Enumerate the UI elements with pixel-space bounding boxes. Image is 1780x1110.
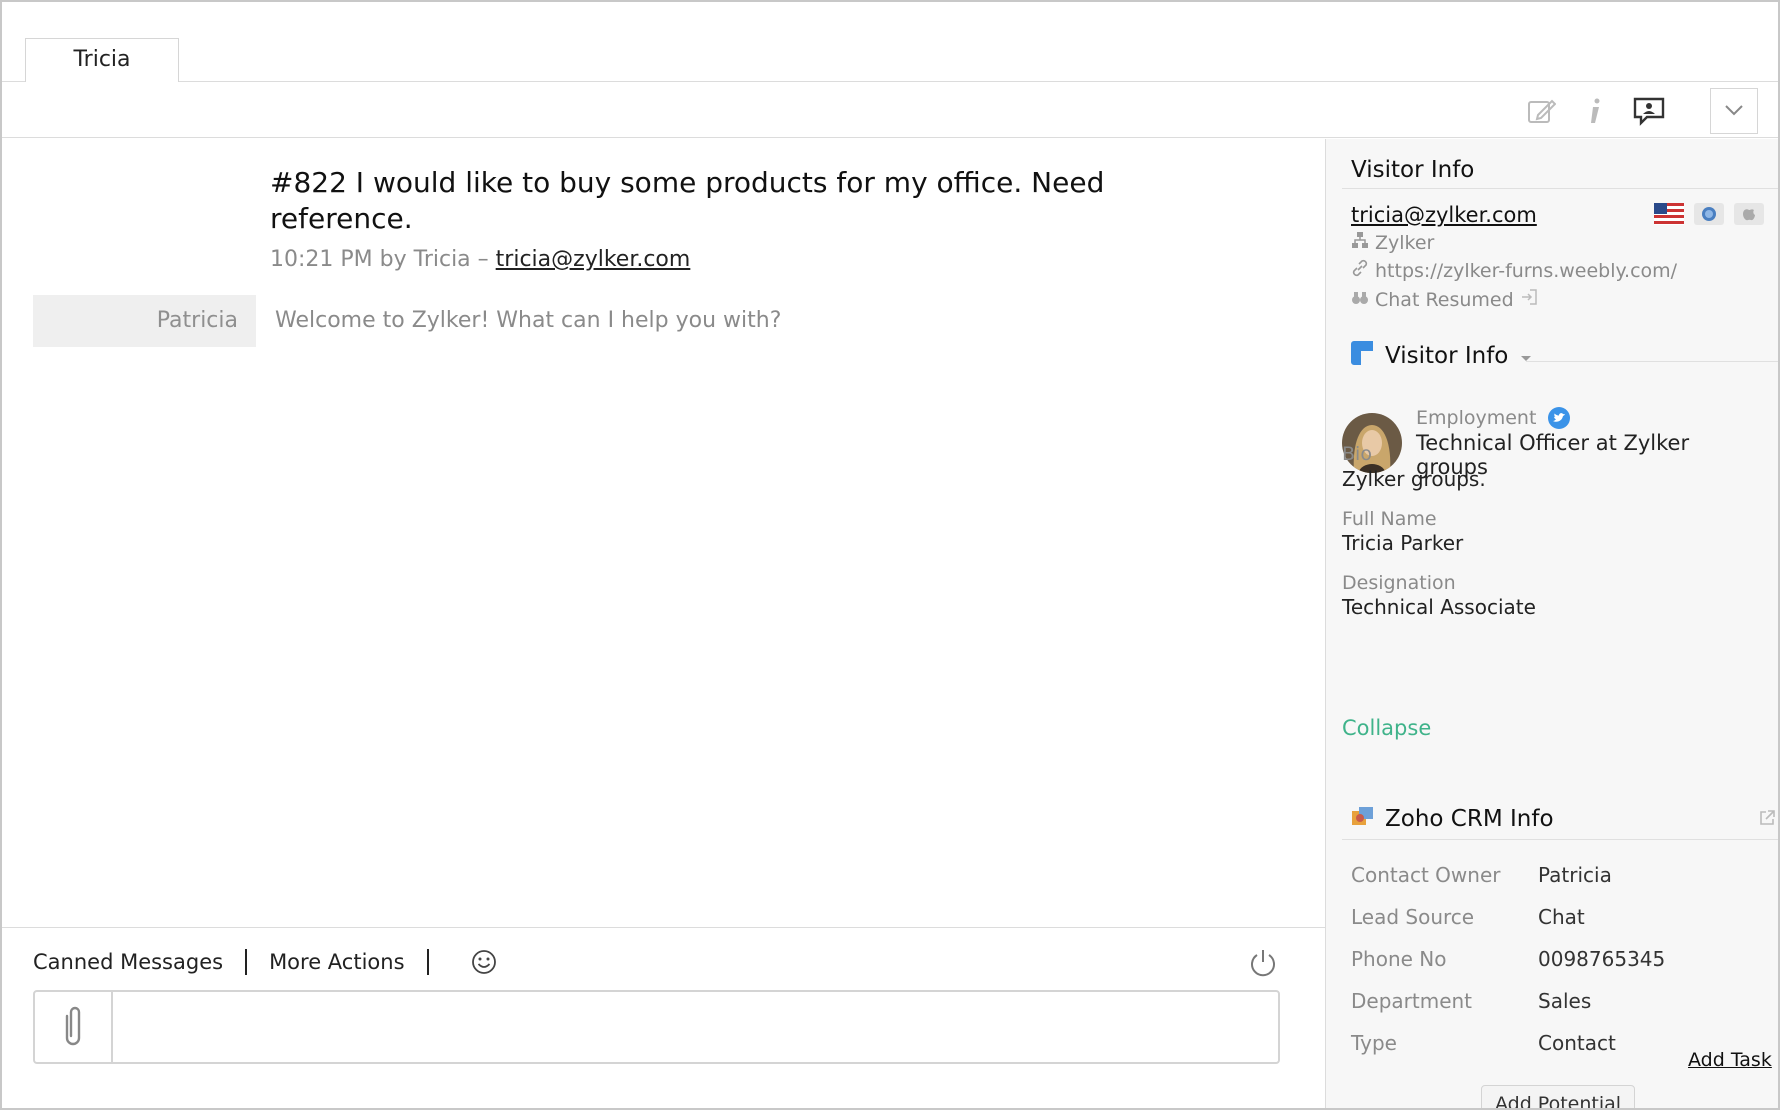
- end-chat-power-icon[interactable]: [1248, 948, 1278, 978]
- visitor-status: Chat Resumed: [1351, 288, 1538, 311]
- divider: [1342, 839, 1778, 840]
- designation-value: Technical Associate: [1342, 595, 1536, 619]
- crm-value: Sales: [1538, 989, 1592, 1013]
- crm-key: Phone No: [1351, 947, 1447, 971]
- crm-value: Patricia: [1538, 863, 1612, 887]
- info-icon[interactable]: [1578, 94, 1612, 128]
- divider: [1342, 188, 1778, 189]
- crm-value: Contact: [1538, 1031, 1616, 1055]
- divider: [426, 949, 429, 975]
- visitor-company-name: Zylker: [1375, 231, 1435, 254]
- tab-tricia[interactable]: Tricia: [25, 38, 179, 83]
- visitor-status-text: Chat Resumed: [1375, 288, 1514, 311]
- visitor-details-heading[interactable]: Visitor Info: [1351, 341, 1532, 371]
- visitor-flags: [1654, 203, 1764, 225]
- canned-messages-link[interactable]: Canned Messages: [33, 950, 223, 974]
- crm-heading-text: Zoho CRM Info: [1385, 806, 1554, 832]
- visitor-url: https://zylker-furns.weebly.com/: [1351, 259, 1677, 282]
- composer-actions: Canned Messages More Actions: [33, 946, 497, 978]
- attachment-paperclip-icon[interactable]: [35, 992, 113, 1062]
- chevron-down-icon: [1723, 102, 1745, 121]
- composer: Canned Messages More Actions: [2, 927, 1326, 1108]
- crm-heading: Zoho CRM Info: [1351, 805, 1554, 833]
- thread-time-author: 10:21 PM by Tricia –: [270, 247, 489, 272]
- chat-bubble-icon[interactable]: [1632, 94, 1666, 128]
- crm-value: Chat: [1538, 905, 1585, 929]
- tab-bar: Tricia: [2, 2, 1778, 83]
- emoji-icon[interactable]: [471, 949, 497, 975]
- employment-label: Employment: [1416, 407, 1537, 429]
- message-author: Patricia: [33, 295, 256, 347]
- crm-key: Contact Owner: [1351, 863, 1501, 887]
- zoho-crm-icon: [1351, 805, 1375, 833]
- crm-key: Lead Source: [1351, 905, 1475, 929]
- thread-meta: 10:21 PM by Tricia – tricia@zylker.com: [270, 247, 690, 272]
- binoculars-icon: [1351, 288, 1369, 311]
- collapse-link[interactable]: Collapse: [1342, 716, 1431, 740]
- divider: [1526, 361, 1778, 362]
- visitor-url-text[interactable]: https://zylker-furns.weebly.com/: [1375, 260, 1677, 282]
- us-flag-icon: [1654, 203, 1684, 225]
- designation-label: Designation: [1342, 572, 1456, 594]
- message-input[interactable]: [115, 992, 1275, 1062]
- visitor-email-link[interactable]: tricia@zylker.com: [1351, 203, 1537, 227]
- browser-icon: [1694, 203, 1724, 225]
- visitor-info-heading: Visitor Info: [1351, 157, 1475, 183]
- visitor-details-heading-text: Visitor Info: [1385, 343, 1509, 369]
- visitor-info-app-icon: [1351, 341, 1373, 371]
- caret-down-icon: [1520, 343, 1532, 369]
- sign-in-icon: [1520, 288, 1538, 311]
- link-icon: [1351, 259, 1369, 282]
- chat-toolbar: [2, 82, 1778, 138]
- chat-area: #822 I would like to buy some products f…: [2, 139, 1326, 927]
- external-link-icon[interactable]: [1758, 809, 1776, 827]
- bio-value: Zylker groups.: [1342, 467, 1486, 491]
- fullname-value: Tricia Parker: [1342, 531, 1464, 555]
- message-row: Patricia Welcome to Zylker! What can I h…: [33, 295, 1233, 347]
- crm-key: Type: [1351, 1031, 1397, 1055]
- org-chart-icon: [1351, 231, 1369, 254]
- divider: [245, 949, 248, 975]
- more-actions-link[interactable]: More Actions: [269, 950, 404, 974]
- thread-title: #822 I would like to buy some products f…: [270, 166, 1105, 235]
- twitter-icon: [1548, 407, 1570, 429]
- crm-key: Department: [1351, 989, 1473, 1013]
- visitor-company: Zylker: [1351, 231, 1434, 254]
- fullname-label: Full Name: [1342, 508, 1437, 530]
- message-text: Welcome to Zylker! What can I help you w…: [275, 308, 782, 333]
- edit-icon[interactable]: [1524, 94, 1558, 128]
- message-input-box: [33, 990, 1280, 1064]
- visitor-panel: Visitor Info tricia@zylker.com Zylker ht…: [1325, 139, 1778, 1108]
- thread-email-link[interactable]: tricia@zylker.com: [496, 247, 691, 272]
- more-options-dropdown[interactable]: [1710, 88, 1758, 134]
- add-potential-button[interactable]: Add Potential: [1481, 1085, 1635, 1108]
- apple-os-icon: [1734, 203, 1764, 225]
- bio-label: Bio: [1342, 443, 1372, 465]
- crm-value: 0098765345: [1538, 947, 1666, 971]
- add-task-link[interactable]: Add Task: [1688, 1049, 1772, 1071]
